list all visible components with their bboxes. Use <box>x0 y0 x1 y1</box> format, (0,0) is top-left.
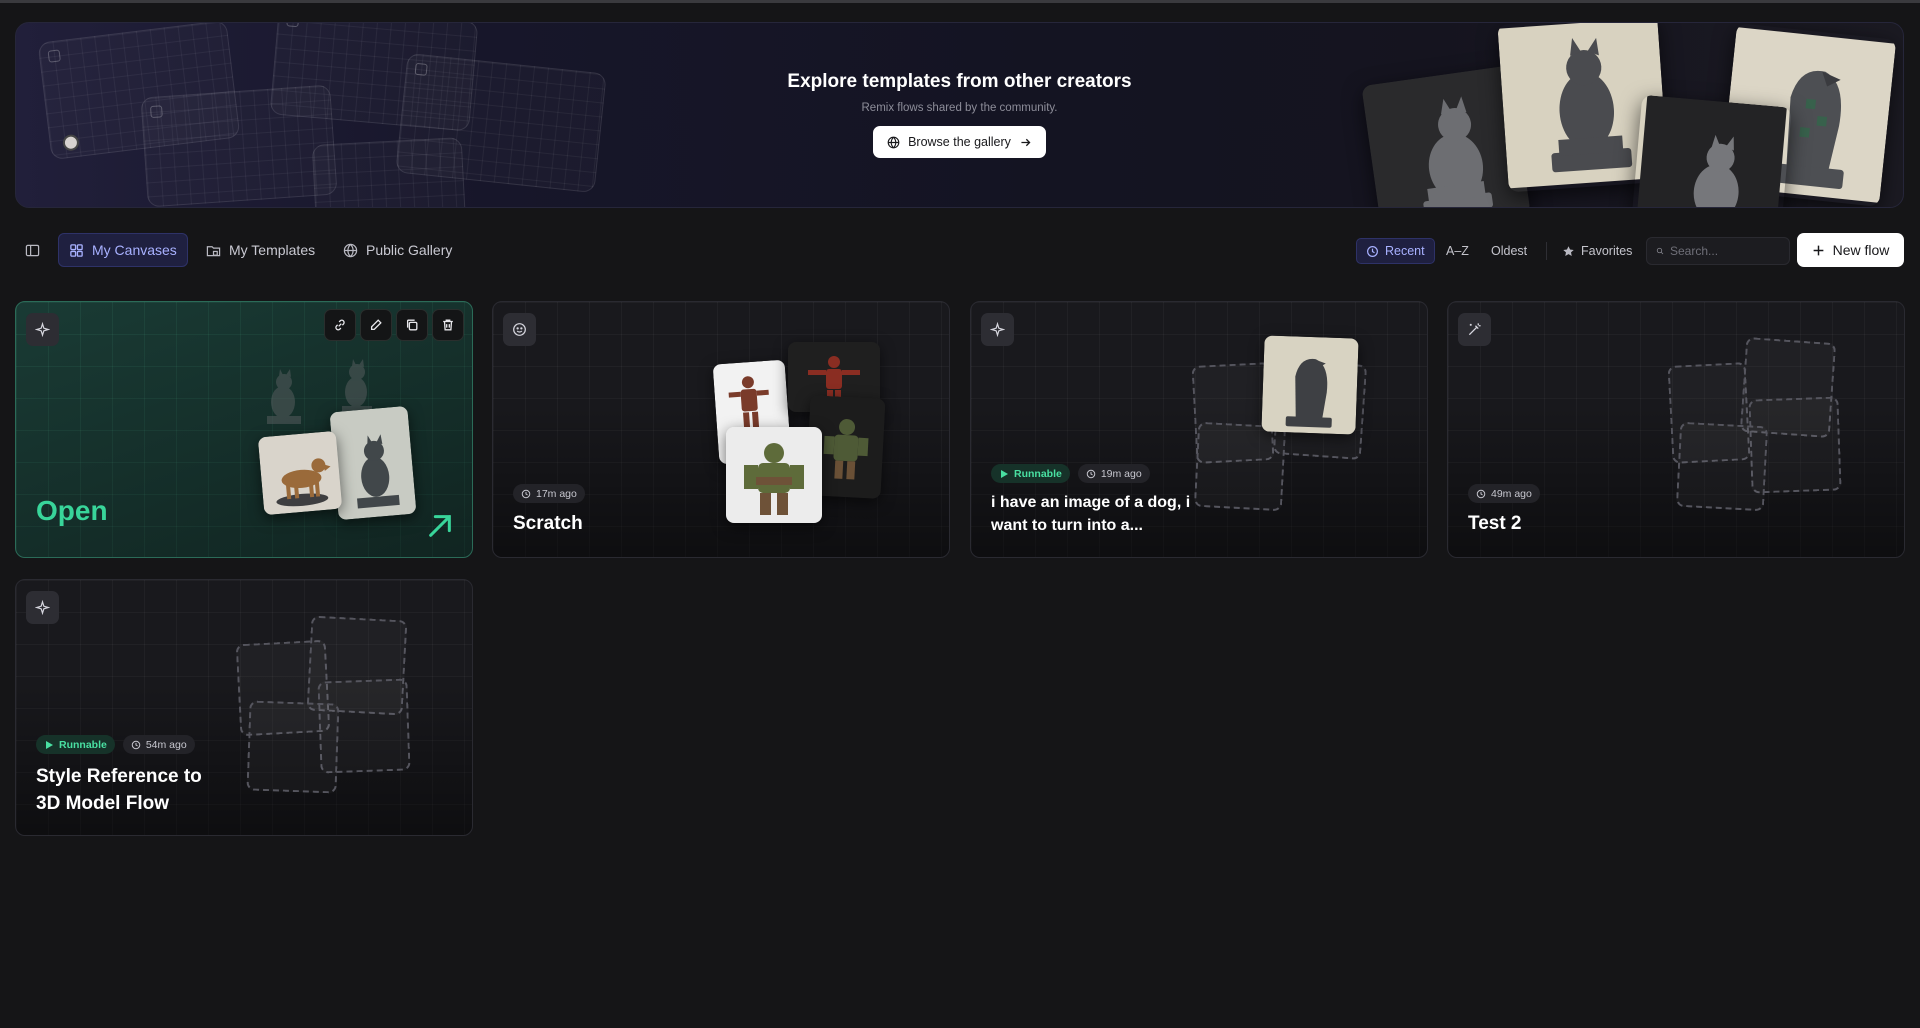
updated-time: 17m ago <box>536 487 577 500</box>
updated-time: 54m ago <box>145 738 187 751</box>
tab-my-templates-label: My Templates <box>229 242 316 258</box>
card-kind-badge <box>26 313 59 346</box>
open-label: Open <box>36 495 108 526</box>
tab-my-canvases-label: My Canvases <box>92 242 177 258</box>
runnable-badge: Runnable <box>991 464 1070 483</box>
runnable-label: Runnable <box>59 738 107 751</box>
sparkle-icon <box>35 322 50 337</box>
globe-icon <box>887 136 900 148</box>
globe-icon <box>343 243 358 257</box>
card-meta: 17m ago <box>513 484 585 503</box>
browse-gallery-button[interactable]: Browse the gallery <box>873 126 1046 158</box>
sidebar-toggle-button[interactable] <box>15 233 50 267</box>
copy-icon <box>406 319 418 331</box>
tab-my-templates[interactable]: My Templates <box>196 233 325 267</box>
card-thumbnail-image <box>329 405 417 521</box>
clock-icon <box>521 489 531 498</box>
search-input[interactable] <box>1670 244 1780 258</box>
sort-az-label: A–Z <box>1446 244 1469 258</box>
sort-oldest-label: Oldest <box>1491 244 1528 258</box>
canvas-toolbar: My Canvases My Templates Public Gallery … <box>15 232 1904 268</box>
clock-icon <box>1476 489 1486 498</box>
canvas-card[interactable]: 17m ago Scratch <box>492 301 950 558</box>
runnable-badge: Runnable <box>36 735 115 754</box>
play-icon <box>46 740 53 749</box>
search-box[interactable] <box>1646 237 1790 265</box>
copy-link-button[interactable] <box>324 309 356 341</box>
clock-icon <box>131 740 141 749</box>
smiley-icon <box>513 323 526 336</box>
browse-gallery-label: Browse the gallery <box>908 135 1011 149</box>
empty-node-placeholder <box>1675 421 1769 512</box>
canvas-card[interactable]: Runnable 54m ago Style Reference to 3D M… <box>15 579 473 836</box>
card-thumbnail-image <box>726 427 822 523</box>
wand-icon <box>1468 323 1481 336</box>
search-icon <box>1656 247 1664 255</box>
sort-recent-button[interactable]: Recent <box>1356 238 1435 264</box>
card-title: Style Reference to 3D Model Flow <box>36 766 202 814</box>
new-flow-button[interactable]: New flow <box>1797 233 1904 267</box>
sidebar-icon <box>25 244 40 256</box>
folder-icon <box>206 245 221 256</box>
sort-recent-label: Recent <box>1385 244 1425 258</box>
updated-time-badge: 19m ago <box>1077 464 1150 483</box>
updated-time-badge: 49m ago <box>1468 484 1540 503</box>
runnable-label: Runnable <box>1014 467 1062 480</box>
sort-az-button[interactable]: A–Z <box>1437 238 1478 264</box>
canvas-card[interactable]: Open <box>15 301 473 558</box>
delete-button[interactable] <box>432 309 464 341</box>
favorites-filter-button[interactable]: Favorites <box>1553 238 1641 264</box>
duplicate-button[interactable] <box>396 309 428 341</box>
canvas-card[interactable]: 49m ago Test 2 <box>1447 301 1905 558</box>
toolbar-divider <box>1546 242 1547 260</box>
banner-cat-statue-image <box>1630 95 1792 207</box>
rename-button[interactable] <box>360 309 392 341</box>
card-actions <box>324 309 464 341</box>
play-icon <box>1001 469 1008 478</box>
sparkle-icon <box>35 600 50 615</box>
card-thumbnail-image <box>1261 335 1359 435</box>
tab-public-gallery[interactable]: Public Gallery <box>333 233 462 267</box>
card-title: Test 2 <box>1468 513 1522 534</box>
sparkle-icon <box>990 322 1005 337</box>
empty-node-placeholder <box>246 700 340 794</box>
card-kind-badge <box>503 313 536 346</box>
card-title: i have an image of a dog, i want to turn… <box>991 494 1191 534</box>
card-title: Scratch <box>513 513 583 534</box>
updated-time: 49m ago <box>1491 487 1532 500</box>
new-flow-label: New flow <box>1832 242 1890 258</box>
card-thumbnail-image <box>257 430 343 516</box>
pencil-icon <box>370 319 382 331</box>
window-top-border <box>0 0 1920 3</box>
clock-icon <box>1086 469 1096 478</box>
gallery-banner[interactable]: Explore templates from other creators Re… <box>15 22 1904 208</box>
card-kind-badge <box>981 313 1014 346</box>
card-kind-badge <box>1458 313 1491 346</box>
canvas-card[interactable]: Runnable 19m ago i have an image of a do… <box>970 301 1428 558</box>
card-meta: Runnable 19m ago <box>991 464 1150 483</box>
plus-icon <box>1813 245 1823 255</box>
updated-time: 19m ago <box>1100 467 1142 480</box>
card-meta: 49m ago <box>1468 484 1540 503</box>
tab-my-canvases[interactable]: My Canvases <box>58 233 188 267</box>
card-thumbnail-image <box>253 352 313 432</box>
arrow-up-right-icon <box>429 515 451 537</box>
arrow-right-icon <box>1021 138 1031 146</box>
tab-public-gallery-label: Public Gallery <box>366 242 453 258</box>
favorites-label: Favorites <box>1581 244 1633 258</box>
updated-time-badge: 17m ago <box>513 484 585 503</box>
link-icon <box>335 319 345 331</box>
trash-icon <box>443 319 453 331</box>
sort-oldest-button[interactable]: Oldest <box>1482 238 1536 264</box>
grid-icon <box>70 243 83 257</box>
clock-icon <box>1367 245 1378 257</box>
star-icon <box>1563 245 1574 256</box>
updated-time-badge: 54m ago <box>122 735 195 754</box>
card-meta: Runnable 54m ago <box>36 735 195 754</box>
card-kind-badge <box>26 591 59 624</box>
